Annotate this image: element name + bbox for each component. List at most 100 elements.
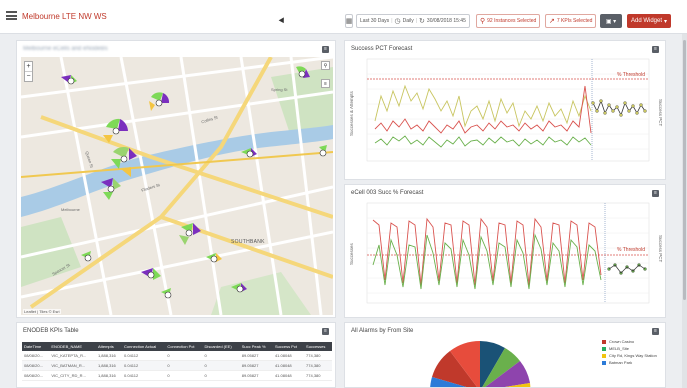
map-canvas[interactable]: SOUTHBANK Flinders St Collins St Queen S… (21, 57, 333, 315)
table-cell: 08/08/20... (22, 351, 50, 361)
column-header[interactable]: Success Pct (272, 342, 305, 351)
table-cell: VIC_KATEPTA_R... (49, 351, 96, 361)
clock-icon: ◷ (394, 18, 401, 25)
ecell-forecast-panel: eCell 003 Succ % Forecast ≡ % Threshold … (344, 184, 666, 318)
map-panel: Melbourne eCells and eNodeBs ≡ SOUTHBANK… (16, 40, 336, 318)
site-marker[interactable] (319, 145, 327, 157)
instances-selector[interactable]: ⚲ 92 Instances Selected (476, 14, 541, 28)
column-header[interactable]: Discarded (EE) (202, 342, 240, 351)
column-header[interactable]: ENODEB_NAME (49, 342, 96, 351)
table-cell: VIC_BATMAN_R... (49, 360, 96, 371)
site-marker[interactable] (101, 178, 121, 200)
table-cell: 41.08048 (272, 351, 305, 361)
table-row[interactable]: 08/08/20... VIC_KATEPTA_R... 1,888,316 0.04… (22, 351, 332, 361)
kpis-label: 7 KPIs Selected (556, 18, 593, 24)
table-row[interactable]: 08/08/20... VIC_CITY_RD_R... 1,888,316 0.04… (22, 370, 332, 381)
refresh-icon[interactable]: ↻ (419, 17, 425, 25)
column-header[interactable]: Attempts (95, 342, 123, 351)
site-marker[interactable] (61, 75, 77, 85)
table-cell: VIC_CITY_RD_R... (49, 370, 96, 381)
save-dropdown-button[interactable]: ▣ ▾ (600, 14, 622, 28)
trend-icon: ↗ (549, 18, 555, 25)
column-header[interactable]: Connection Pct (165, 342, 203, 351)
grid-toggle-button[interactable]: ▦ (345, 14, 353, 28)
site-marker[interactable] (103, 118, 128, 143)
table-header-row: DateTime ENODEB_NAME Attempts Connection Ac… (22, 342, 332, 351)
site-marker[interactable] (161, 288, 172, 299)
chart2-threshold-label: % Threshold (617, 247, 645, 253)
legend-item[interactable]: Crown Casino (602, 339, 657, 344)
column-header[interactable]: Succ Peak % (239, 342, 273, 351)
legend-label: MELB_Site (609, 346, 630, 351)
table-body: 08/08/20... VIC_KATEPTA_R... 1,888,316 0.04… (22, 351, 332, 381)
menu-icon[interactable] (6, 11, 17, 20)
chart1-svg: % Threshold Successes & Attempts Success… (349, 58, 663, 162)
chart1-ylabel-right: Success PCT (658, 99, 663, 127)
legend-swatch (602, 346, 606, 351)
date-range-label: Last 30 Days (360, 18, 390, 24)
table-cell: 0 (165, 370, 203, 381)
site-marker[interactable] (296, 66, 310, 78)
table-cell: 0.04112 (122, 351, 166, 361)
site-marker[interactable] (206, 253, 222, 263)
mouse-cursor (278, 17, 287, 25)
table-cell: 774,380 (304, 360, 332, 371)
table-cell: 08/08/20... (22, 360, 50, 371)
top-bar: Melbourne LTE NW WS ▦ Last 30 Days | ◷ Dail… (0, 0, 687, 34)
column-header[interactable]: Successes (304, 342, 332, 351)
site-marker[interactable] (149, 92, 170, 111)
add-widget-label: Add Widget (631, 18, 663, 24)
table-cell: 0 (202, 360, 240, 371)
refresh-time: 30/08/2018 15:45 (426, 18, 466, 24)
add-widget-button[interactable]: Add Widget ▾ (627, 14, 672, 28)
zoom-in-button[interactable]: + (25, 62, 32, 72)
site-marker[interactable] (81, 251, 92, 262)
table-cell: 0 (202, 370, 240, 381)
site-marker[interactable] (111, 146, 137, 177)
panel-menu-icon[interactable]: ≡ (322, 46, 329, 53)
date-range-selector[interactable]: Last 30 Days | ◷ Daily | ↻ 30/08/2018 15:45 (356, 14, 470, 28)
site-marker[interactable] (141, 268, 161, 280)
table-row[interactable]: 08/08/20... VIC_BATMAN_R... 1,888,316 0.041… (22, 360, 332, 371)
table-cell: 41.08048 (272, 360, 305, 371)
table-cell: 0.04112 (122, 360, 166, 371)
column-header[interactable]: Connection Actual (122, 342, 166, 351)
filter-icon: ⚲ (480, 18, 486, 25)
site-marker[interactable] (179, 223, 201, 245)
chart1-ylabel-left: Successes & Attempts (349, 90, 354, 136)
map-title-text: Melbourne eCells and eNodeBs (23, 46, 108, 52)
site-marker[interactable] (241, 148, 257, 158)
zoom-control: + − (24, 61, 33, 82)
site-marker[interactable] (231, 283, 247, 293)
table-cell: 89.05827 (239, 360, 273, 371)
legend-item[interactable]: City Rd, Kings Way Station (602, 353, 657, 358)
save-icon: ▣ ▾ (605, 18, 617, 25)
legend-item[interactable]: MELB_Site (602, 346, 657, 351)
column-header[interactable]: DateTime (22, 342, 50, 351)
table-cell: 0 (202, 351, 240, 361)
kpis-selector[interactable]: ↗ 7 KPIs Selected (545, 14, 597, 28)
map-panel-title: Melbourne eCells and eNodeBs (23, 46, 108, 52)
table-cell: 1,888,316 (95, 370, 123, 381)
panel-menu-icon[interactable]: ≡ (322, 328, 329, 335)
instances-label: 92 Instances Selected (487, 18, 537, 24)
legend-label: Crown Casino (609, 339, 635, 344)
table-cell: 08/08/20... (22, 370, 50, 381)
map-attribution: Leaflet | Tiles © Esri (23, 309, 61, 314)
legend-swatch (602, 360, 606, 365)
cell-markers (61, 66, 327, 299)
map-search-icon[interactable]: ⚲ (321, 61, 330, 70)
table-cell: 89.05827 (239, 351, 273, 361)
table-cell: 774,380 (304, 351, 332, 361)
legend-item[interactable]: Batman Park (602, 360, 657, 365)
scrollbar-thumb[interactable] (683, 40, 686, 300)
table-cell: 0 (165, 360, 203, 371)
table-cell: 1,888,316 (95, 351, 123, 361)
zoom-out-button[interactable]: − (25, 72, 32, 81)
legend-swatch (602, 339, 606, 344)
grid-icon: ▦ (345, 18, 353, 25)
kpi-table: DateTime ENODEB_NAME Attempts Connection Ac… (22, 342, 332, 381)
chart2-svg: % Threshold Successes Success PCT (349, 202, 663, 304)
map-layers-icon[interactable]: ≡ (321, 79, 330, 88)
dashboard-title: Melbourne LTE NW WS (22, 12, 107, 21)
